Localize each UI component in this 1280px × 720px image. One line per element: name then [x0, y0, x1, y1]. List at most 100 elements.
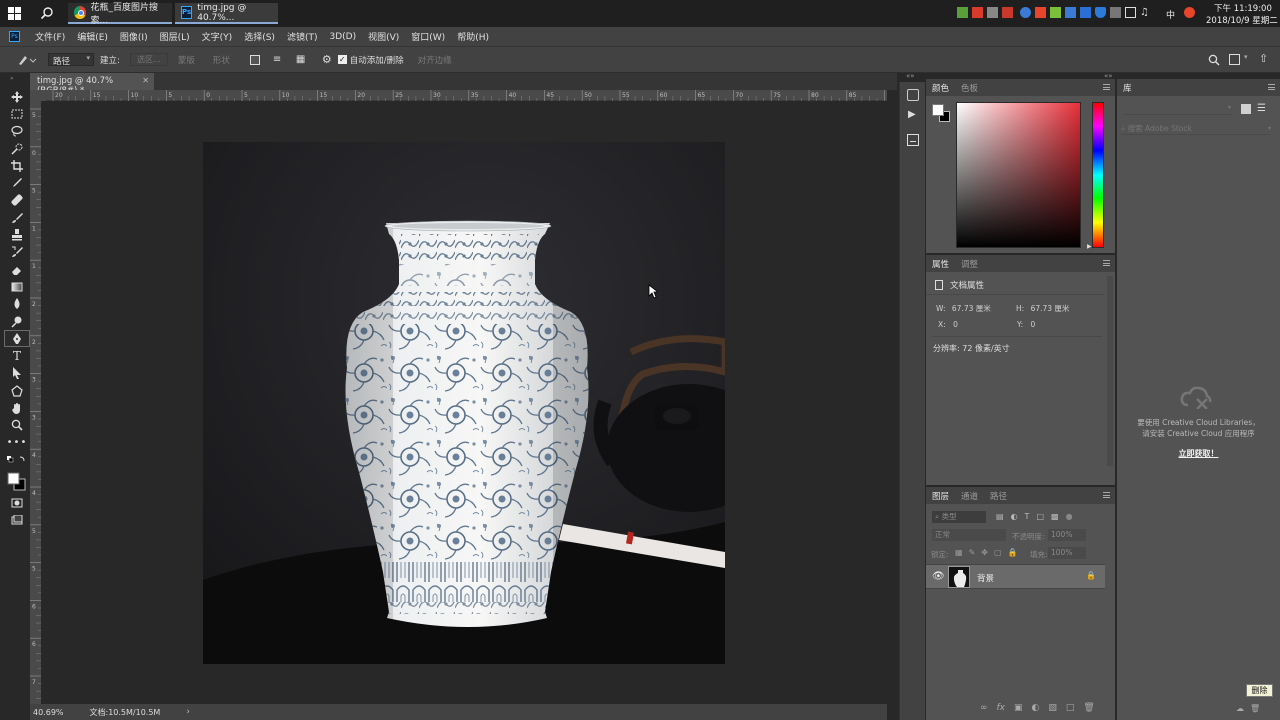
document-image[interactable]: [203, 142, 725, 664]
type-filter-icon[interactable]: T: [1025, 512, 1030, 521]
path-alignment-icon[interactable]: ≡: [273, 54, 283, 65]
healing-brush-tool-icon[interactable]: [4, 192, 30, 209]
grid-view-icon[interactable]: [1241, 104, 1251, 114]
network-icon[interactable]: [1125, 7, 1136, 18]
sync-icon[interactable]: ☁: [1236, 704, 1244, 713]
search-icon[interactable]: [40, 6, 54, 20]
marquee-tool-icon[interactable]: [4, 105, 30, 122]
tab-paths[interactable]: 路径: [990, 490, 1007, 502]
document-tab[interactable]: timg.jpg @ 40.7%(RGB/8#) * ✕: [30, 73, 154, 96]
zoom-level[interactable]: 40.69%: [33, 708, 64, 717]
stock-search-input[interactable]: ⌕ 搜索 Adobe Stock ▾: [1121, 123, 1271, 135]
layer-row[interactable]: 👁 背景 🔒: [926, 564, 1105, 589]
quick-selection-tool-icon[interactable]: [4, 140, 30, 157]
path-operations-icon[interactable]: [249, 54, 260, 65]
menu-3d[interactable]: 3D(D): [323, 32, 362, 42]
tab-color[interactable]: 颜色: [932, 82, 949, 94]
tab-swatches[interactable]: 色板: [961, 82, 978, 94]
hand-tool-icon[interactable]: [4, 399, 30, 416]
layer-thumbnail[interactable]: [948, 566, 970, 588]
auto-add-delete-checkbox[interactable]: ✓: [337, 55, 347, 64]
lock-pixels-icon[interactable]: ✎: [969, 548, 976, 557]
blend-mode-select[interactable]: 正常: [932, 529, 1006, 541]
opacity-input[interactable]: 100%: [1048, 529, 1086, 541]
mode-select[interactable]: 路径 ▾: [48, 53, 94, 67]
taskbar-photoshop-window[interactable]: Ps timg.jpg @ 40.7%...: [175, 3, 278, 24]
panel-menu-icon[interactable]: [1103, 84, 1110, 90]
brush-tool-icon[interactable]: [4, 209, 30, 226]
panel-menu-icon[interactable]: [1268, 84, 1275, 90]
search-icon[interactable]: [1208, 54, 1220, 66]
tab-layers[interactable]: 图层: [932, 490, 949, 502]
history-panel-icon[interactable]: [907, 89, 919, 101]
vertical-ruler[interactable]: 5 0 5 1 1 2 2 3 3 4 4 5 5 6 6 7: [30, 101, 41, 707]
clone-stamp-tool-icon[interactable]: [4, 226, 30, 243]
panel-scrollbar[interactable]: [1107, 276, 1113, 466]
new-layer-icon[interactable]: □: [1066, 703, 1075, 713]
properties-panel-icon[interactable]: [907, 134, 919, 146]
add-mask-icon[interactable]: ▣: [1014, 703, 1023, 713]
chevron-down-icon[interactable]: ▾: [1244, 53, 1248, 61]
menu-type[interactable]: 文字(Y): [196, 30, 239, 43]
visibility-eye-icon[interactable]: 👁: [932, 571, 945, 582]
artboard-icon[interactable]: ▢: [994, 548, 1002, 557]
y-value[interactable]: 0: [1031, 320, 1036, 329]
zoom-tool-icon[interactable]: [4, 417, 30, 434]
quick-mask-icon[interactable]: [4, 495, 30, 512]
dodge-tool-icon[interactable]: [4, 313, 30, 330]
layer-filter-select[interactable]: ⌕ 类型: [932, 511, 986, 523]
hue-slider[interactable]: [1092, 102, 1104, 248]
tab-channels[interactable]: 通道: [961, 490, 978, 502]
gradient-tool-icon[interactable]: [4, 278, 30, 295]
tray-app-icon[interactable]: [1020, 7, 1031, 18]
tray-app-icon[interactable]: [987, 7, 998, 18]
width-value[interactable]: 67.73 厘米: [952, 304, 991, 313]
menu-window[interactable]: 窗口(W): [405, 30, 451, 43]
chevron-right-icon[interactable]: ›: [186, 707, 190, 717]
tab-properties[interactable]: 属性: [932, 258, 949, 270]
menu-file[interactable]: 文件(F): [29, 30, 71, 43]
menu-help[interactable]: 帮助(H): [451, 30, 495, 43]
toolbox-collapse[interactable]: »: [10, 76, 24, 82]
tray-app-icon[interactable]: [1065, 7, 1076, 18]
menu-select[interactable]: 选择(S): [238, 30, 281, 43]
x-value[interactable]: 0: [953, 320, 958, 329]
menu-view[interactable]: 视图(V): [362, 30, 405, 43]
chevron-down-icon[interactable]: ▾: [1268, 123, 1271, 135]
library-select[interactable]: ▾: [1123, 104, 1233, 115]
clock-date[interactable]: 2018/10/9 星期二: [1206, 14, 1278, 26]
tray-app-icon[interactable]: [1035, 7, 1046, 18]
menu-filter[interactable]: 滤镜(T): [281, 30, 324, 43]
make-mask-button[interactable]: 蒙版: [178, 54, 195, 66]
path-selection-tool-icon[interactable]: [4, 365, 30, 382]
default-colors-icon[interactable]: [4, 451, 30, 468]
smart-object-filter-icon[interactable]: ▩: [1051, 512, 1059, 521]
adjustment-filter-icon[interactable]: ◐: [1011, 512, 1018, 521]
delete-icon[interactable]: 🗑: [1250, 704, 1260, 713]
tray-app-icon[interactable]: [1080, 7, 1091, 18]
pen-tool-preset-icon[interactable]: [17, 53, 37, 67]
panel-menu-icon[interactable]: [1103, 492, 1110, 498]
shield-icon[interactable]: [1095, 7, 1106, 18]
sogou-ime-icon[interactable]: [1184, 7, 1195, 18]
panel-collapse-icon[interactable]: «»: [906, 72, 915, 80]
height-value[interactable]: 67.73 厘米: [1031, 304, 1070, 313]
eraser-tool-icon[interactable]: [4, 261, 30, 278]
ime-indicator[interactable]: 中: [1166, 8, 1175, 21]
tab-adjustments[interactable]: 调整: [961, 258, 978, 270]
screen-mode-icon[interactable]: [4, 512, 30, 529]
menu-edit[interactable]: 编辑(E): [71, 30, 114, 43]
canvas-area[interactable]: [41, 101, 887, 704]
menu-layer[interactable]: 图层(L): [154, 30, 196, 43]
adjustment-layer-icon[interactable]: ◐: [1032, 703, 1040, 713]
taskbar-chrome-window[interactable]: 花瓶_百度图片搜索...: [68, 3, 172, 26]
foreground-background-color-icon[interactable]: [4, 469, 30, 495]
pen-tool-icon[interactable]: [4, 330, 30, 348]
share-icon[interactable]: ⇧: [1259, 52, 1268, 65]
gear-icon[interactable]: ⚙: [322, 53, 332, 66]
lasso-tool-icon[interactable]: [4, 123, 30, 140]
fx-icon[interactable]: fx: [997, 703, 1006, 713]
pixel-filter-icon[interactable]: ▤: [996, 512, 1004, 521]
make-selection-button[interactable]: 选区...: [129, 53, 168, 66]
new-group-icon[interactable]: ▧: [1048, 703, 1057, 713]
